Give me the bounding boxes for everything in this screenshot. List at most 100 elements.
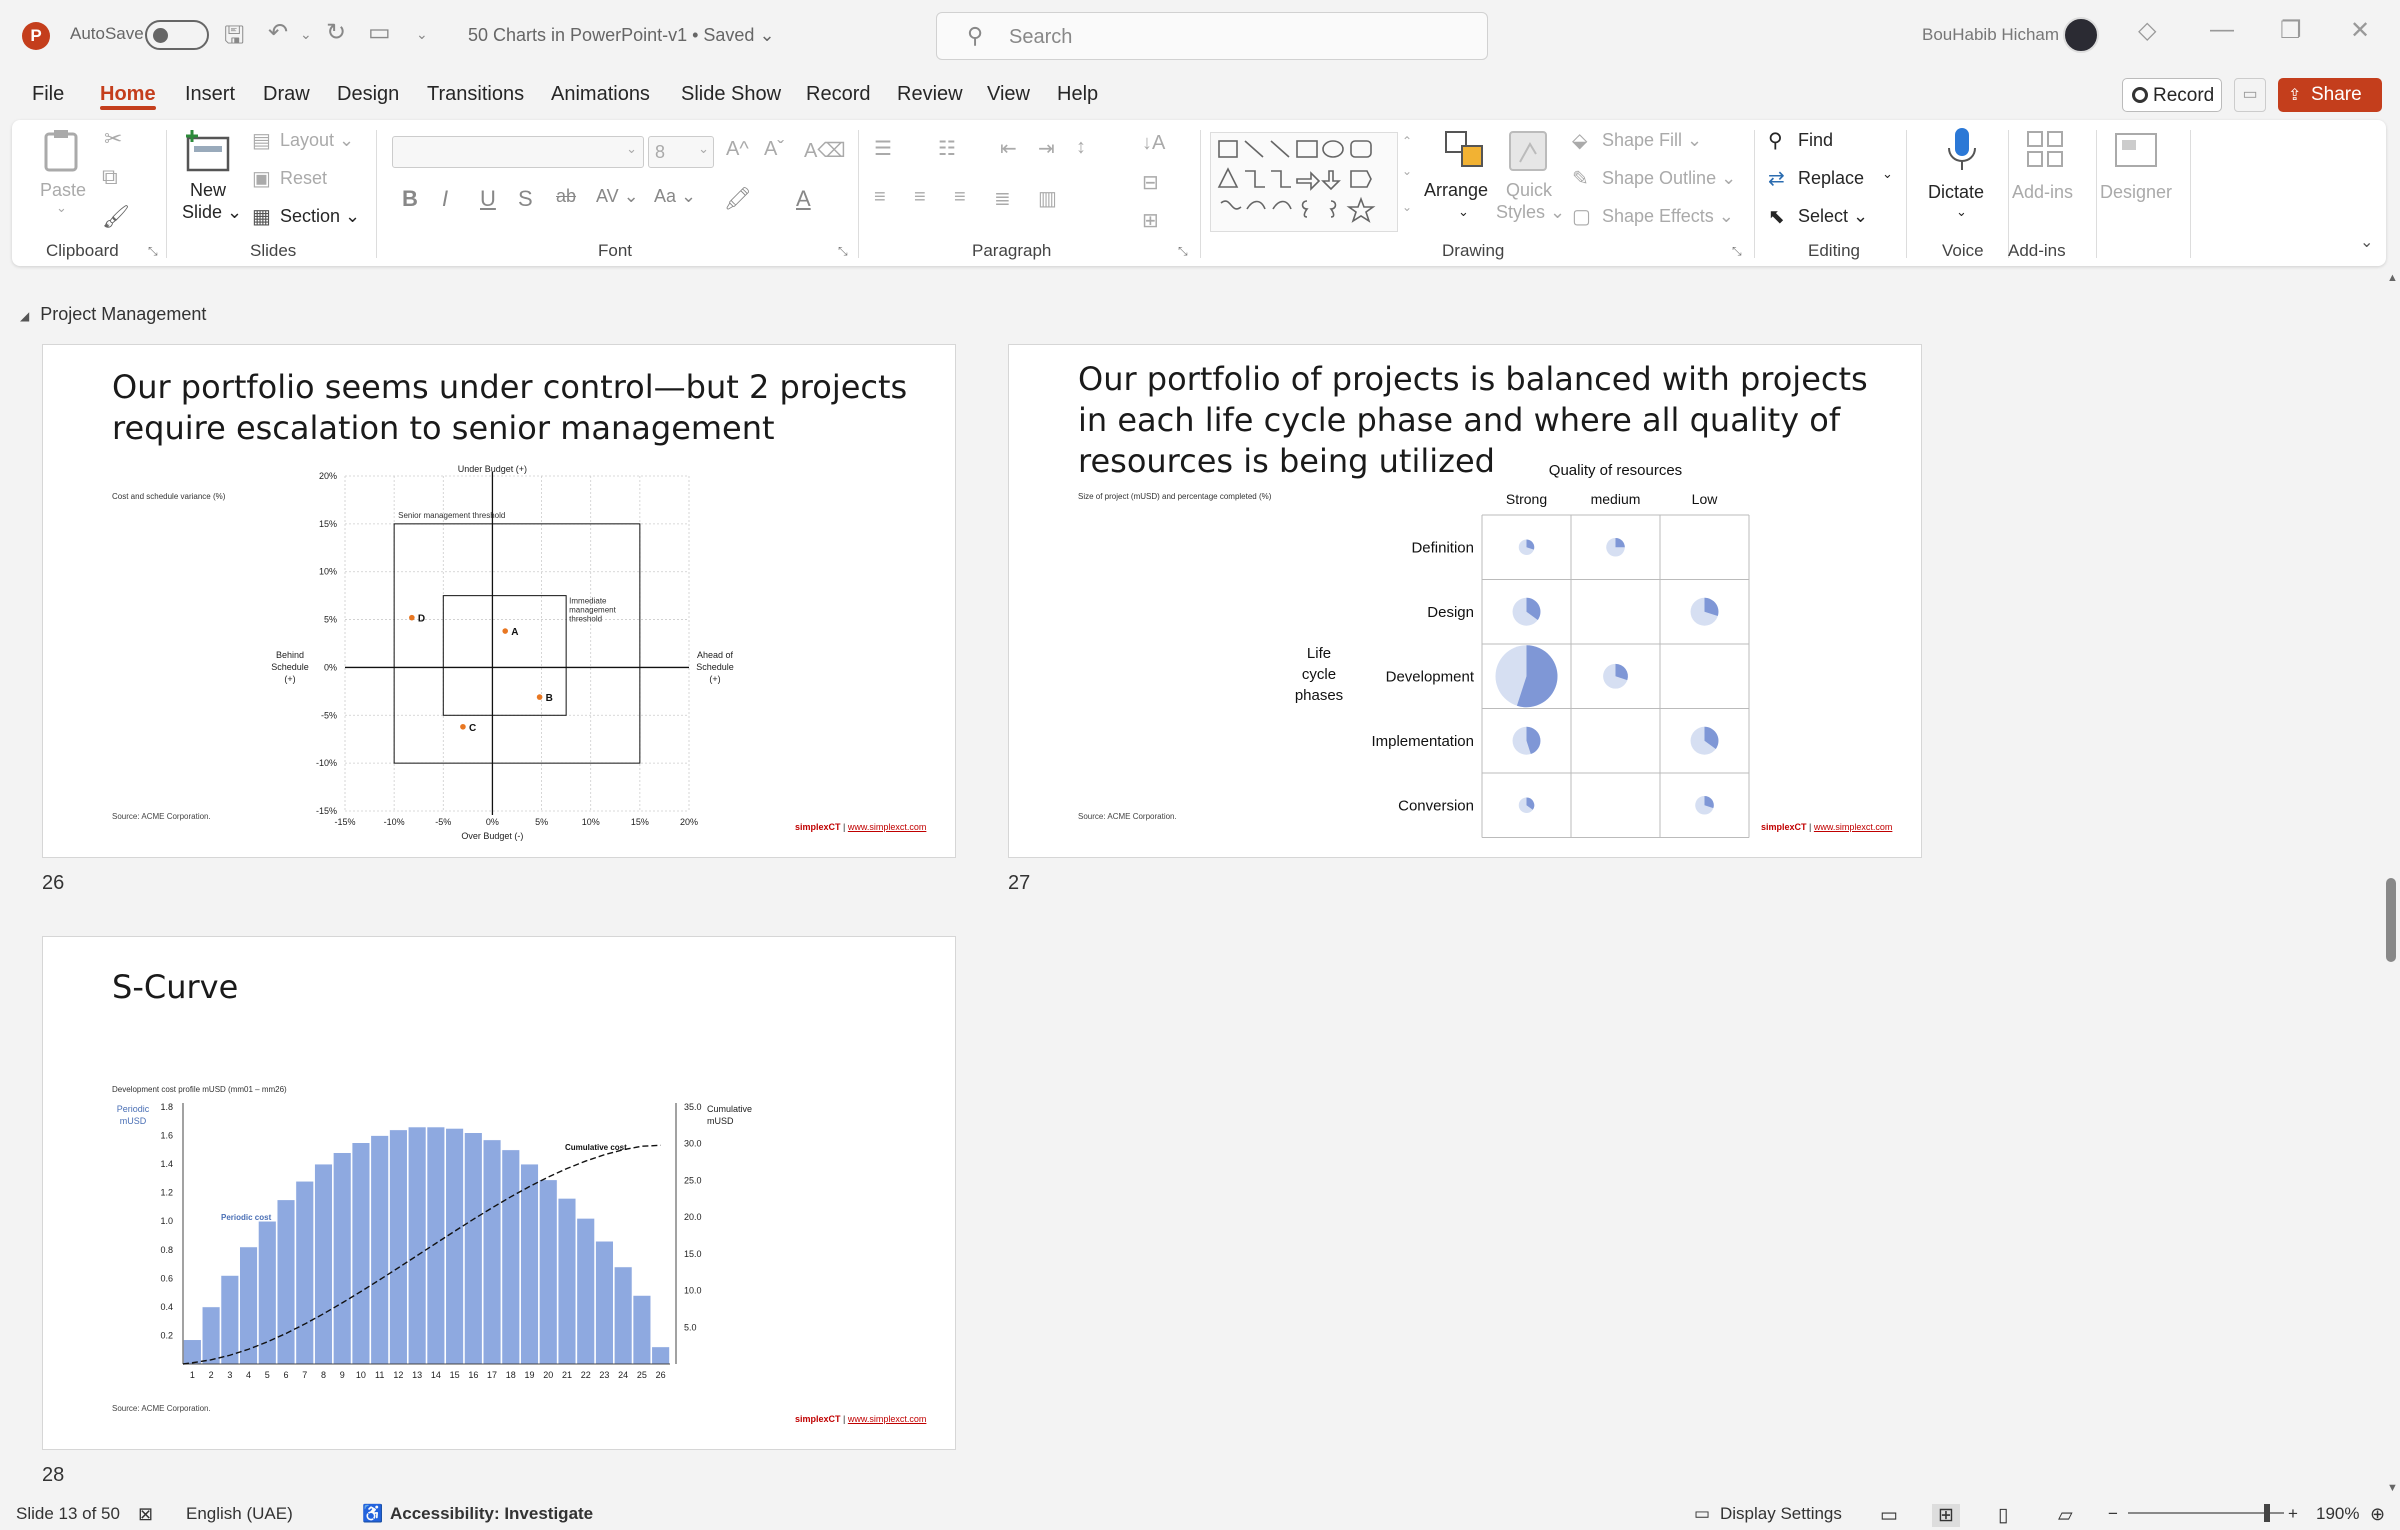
section-header[interactable]: ◢ Project Management [20, 304, 206, 325]
share-button[interactable]: ⇪ Share [2278, 78, 2382, 112]
brand-footer[interactable]: simplexCT | www.simplexct.com [1761, 822, 1892, 832]
designer-button[interactable]: Designer [2100, 182, 2172, 203]
slide-thumbnail-26[interactable]: Our portfolio seems under control—but 2 … [42, 344, 956, 858]
grow-font-button[interactable]: A^ [726, 138, 749, 161]
slide-sorter-icon[interactable]: ⊞ [1932, 1504, 1960, 1527]
redo-icon[interactable]: ↻ [326, 18, 346, 47]
italic-button[interactable]: I [442, 186, 448, 212]
comments-button[interactable]: ▭ [2234, 78, 2266, 112]
gallery-up-icon[interactable]: ⌃ [1402, 134, 1412, 148]
line-spacing-icon[interactable]: ↕ [1076, 136, 1086, 159]
tab-animations[interactable]: Animations [551, 83, 650, 106]
bold-button[interactable]: B [402, 186, 418, 212]
change-case-button[interactable]: Aa ⌄ [654, 186, 696, 207]
columns-icon[interactable]: ▥ [1038, 186, 1057, 211]
undo-icon[interactable]: ↶ [268, 18, 288, 47]
tab-design[interactable]: Design [337, 83, 399, 106]
zoom-in-icon[interactable]: + [2288, 1504, 2298, 1524]
display-settings-button[interactable]: Display Settings [1720, 1504, 1842, 1524]
slide-counter[interactable]: Slide 13 of 50 [16, 1504, 120, 1524]
autosave-toggle[interactable] [145, 20, 209, 50]
shadow-button[interactable]: S [518, 186, 533, 212]
shape-effects-icon[interactable]: ▢ [1572, 204, 1591, 229]
font-size-combo[interactable]: 8 ⌄ [648, 136, 714, 168]
gallery-more-icon[interactable]: ⌄ [1402, 200, 1412, 214]
restore-icon[interactable]: ❐ [2280, 16, 2302, 45]
replace-dropdown-icon[interactable]: ⌄ [1882, 166, 1893, 182]
align-text-icon[interactable]: ⊟ [1142, 170, 1159, 195]
find-icon[interactable]: ⚲ [1768, 128, 1783, 153]
undo-dropdown-icon[interactable]: ⌄ [300, 26, 312, 43]
tab-file[interactable]: File [32, 83, 64, 106]
zoom-slider[interactable] [2128, 1512, 2284, 1514]
select-button[interactable]: Select ⌄ [1798, 206, 1868, 227]
scrollbar-thumb[interactable] [2386, 878, 2396, 962]
brand-footer[interactable]: simplexCT | www.simplexct.com [795, 822, 926, 832]
accessibility-status[interactable]: Accessibility: Investigate [390, 1504, 593, 1524]
record-button[interactable]: Record [2122, 78, 2222, 112]
increase-indent-icon[interactable]: ⇥ [1038, 136, 1055, 161]
paragraph-launcher-icon[interactable]: ⤡ [1178, 244, 1188, 259]
slide-thumbnail-27[interactable]: Our portfolio of projects is balanced wi… [1008, 344, 1922, 858]
designer-icon[interactable] [2112, 128, 2160, 174]
microphone-icon[interactable] [1938, 126, 1986, 172]
document-title[interactable]: 50 Charts in PowerPoint-v1 • Saved ⌄ [468, 25, 775, 46]
save-icon[interactable]: 🖫 [224, 18, 244, 59]
search-box[interactable]: ⚲ Search [936, 12, 1488, 60]
shape-fill-button[interactable]: Shape Fill ⌄ [1602, 130, 1702, 151]
close-icon[interactable]: ✕ [2350, 16, 2370, 45]
drawing-launcher-icon[interactable]: ⤡ [1732, 244, 1742, 259]
quick-styles-label-2[interactable]: Styles ⌄ [1496, 202, 1565, 223]
slide-thumbnail-28[interactable]: S-Curve Development cost profile mUSD (m… [42, 936, 956, 1450]
strikethrough-button[interactable]: ab [556, 186, 576, 207]
scroll-up-icon[interactable]: ▲ [2387, 272, 2398, 284]
align-right-icon[interactable]: ≡ [954, 186, 966, 209]
addins-button[interactable]: Add-ins [2012, 182, 2073, 203]
quick-styles-label-1[interactable]: Quick [1506, 180, 1552, 201]
shape-outline-button[interactable]: Shape Outline ⌄ [1602, 168, 1736, 189]
zoom-slider-thumb[interactable] [2264, 1504, 2270, 1522]
align-left-icon[interactable]: ≡ [874, 186, 886, 209]
accessibility-icon[interactable]: ♿ [362, 1504, 383, 1524]
customize-toolbar-icon[interactable]: ⌄ [416, 26, 428, 43]
shape-fill-icon[interactable]: ⬙ [1572, 128, 1587, 153]
bullets-icon[interactable]: ☰ [874, 136, 892, 161]
arrange-dropdown-icon[interactable]: ⌄ [1458, 204, 1469, 220]
decrease-indent-icon[interactable]: ⇤ [1000, 136, 1017, 161]
font-color-icon[interactable]: A [796, 186, 811, 212]
underline-button[interactable]: U [480, 186, 496, 212]
user-name[interactable]: BouHabib Hicham [1922, 25, 2059, 45]
paste-label[interactable]: Paste [40, 180, 86, 201]
fit-to-window-icon[interactable]: ⊕ [2370, 1504, 2385, 1525]
gallery-down-icon[interactable]: ⌄ [1402, 164, 1412, 178]
arrange-icon[interactable] [1442, 128, 1490, 174]
highlight-icon[interactable]: 🖍 [724, 186, 752, 212]
tab-draw[interactable]: Draw [263, 83, 310, 106]
cut-icon[interactable]: ✂ [104, 126, 122, 152]
brand-footer[interactable]: simplexCT | www.simplexct.com [795, 1414, 926, 1424]
minimize-icon[interactable]: — [2210, 16, 2234, 44]
tab-transitions[interactable]: Transitions [427, 83, 524, 106]
justify-icon[interactable]: ≣ [994, 186, 1011, 211]
shapes-gallery[interactable] [1210, 132, 1398, 232]
addins-icon[interactable] [2022, 128, 2070, 174]
reset-icon[interactable]: ▣ [252, 166, 271, 191]
layout-icon[interactable]: ▤ [252, 128, 271, 153]
shape-outline-icon[interactable]: ✎ [1572, 166, 1589, 191]
scroll-down-icon[interactable]: ▼ [2387, 1482, 2398, 1494]
spelling-icon[interactable]: ⊠ [138, 1504, 153, 1525]
find-button[interactable]: Find [1798, 130, 1833, 151]
format-painter-icon[interactable]: 🖌 [102, 204, 130, 230]
new-slide-label-2[interactable]: Slide ⌄ [182, 202, 242, 223]
tab-record[interactable]: Record [806, 83, 870, 106]
numbering-icon[interactable]: ☷ [938, 136, 956, 161]
new-slide-icon[interactable] [184, 128, 232, 174]
font-launcher-icon[interactable]: ⤡ [838, 244, 848, 259]
dictate-dropdown-icon[interactable]: ⌄ [1956, 204, 1967, 220]
tab-insert[interactable]: Insert [185, 83, 235, 106]
reset-button[interactable]: Reset [280, 168, 327, 189]
quick-styles-icon[interactable] [1504, 128, 1552, 174]
section-button[interactable]: Section ⌄ [280, 206, 360, 227]
tab-help[interactable]: Help [1057, 83, 1098, 106]
font-name-combo[interactable]: ⌄ [392, 136, 644, 168]
